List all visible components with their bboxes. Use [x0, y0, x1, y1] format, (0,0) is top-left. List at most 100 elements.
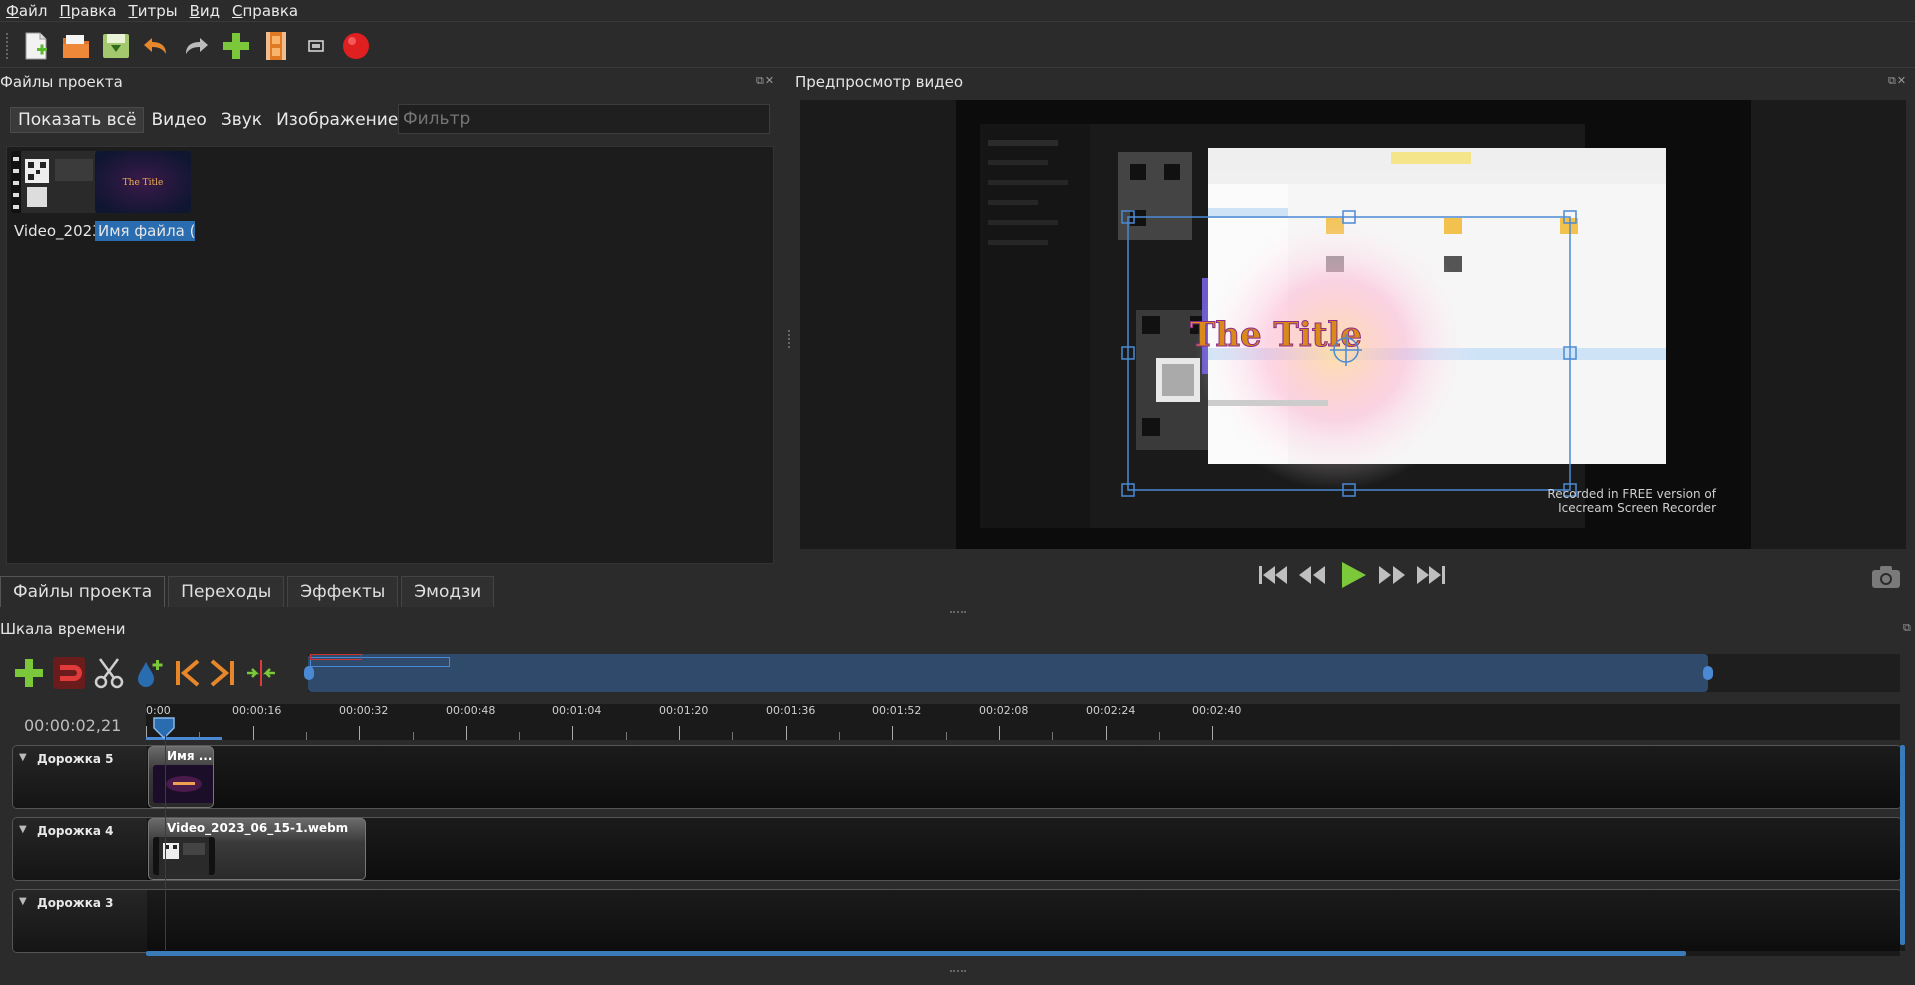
file-item-title[interactable]: The Title Имя файла (...: [95, 151, 195, 241]
fast-forward-icon[interactable]: [1375, 561, 1409, 589]
track-5[interactable]: ▼ Дорожка 5 Имя ...: [12, 745, 1902, 809]
ruler-label: 00:01:36: [766, 704, 816, 717]
zoom-right-handle[interactable]: [1703, 666, 1713, 680]
current-timecode: 00:00:02,21: [24, 716, 122, 735]
dock-float-close-icon[interactable]: ⧉✕: [756, 74, 775, 88]
video-frame[interactable]: The Title Recorded in FREE version of Ic…: [956, 100, 1751, 549]
export-video-icon[interactable]: [340, 30, 372, 62]
track-header[interactable]: ▼ Дорожка 4: [13, 818, 147, 880]
track-4[interactable]: ▼ Дорожка 4 Video_2023_06_15-1.webm: [12, 817, 1902, 881]
ruler-tick: [306, 732, 307, 740]
ruler-tick: [1159, 732, 1160, 740]
files-list: Video_2023_... The Title Имя файла (...: [6, 146, 774, 564]
track-name: Дорожка 5: [37, 752, 114, 766]
center-timeline-icon[interactable]: [244, 656, 278, 690]
ruler-tick: [1106, 726, 1107, 740]
timeline-zoom-range[interactable]: [308, 654, 1708, 692]
ruler-tick: [466, 726, 467, 740]
files-filter-bar: Показать всё Видео Звук Изображение: [10, 106, 405, 134]
title-clip[interactable]: Имя ...: [148, 746, 214, 808]
video-frame-content: The Title Recorded in FREE version of Ic…: [956, 100, 1751, 549]
timeline-horizontal-scrollbar[interactable]: [146, 951, 1900, 956]
ruler-tick: [786, 726, 787, 740]
chevron-down-icon[interactable]: ▼: [19, 896, 27, 907]
zoom-left-handle[interactable]: [304, 666, 314, 680]
camera-icon[interactable]: [1870, 564, 1902, 590]
toolbar-grip[interactable]: [6, 32, 10, 59]
jump-end-icon[interactable]: [1415, 561, 1449, 589]
timeline-ruler[interactable]: 0:00 00:00:16 00:00:32 00:00:48 00:01:04…: [146, 704, 1900, 740]
left-tab-bar: Файлы проекта Переходы Эффекты Эмодзи: [0, 576, 497, 607]
undo-icon[interactable]: [140, 30, 172, 62]
redo-icon[interactable]: [180, 30, 212, 62]
next-marker-icon[interactable]: [208, 656, 238, 690]
open-project-icon[interactable]: [60, 30, 92, 62]
choose-profile-icon[interactable]: [260, 30, 292, 62]
tab-transitions[interactable]: Переходы: [168, 576, 285, 607]
fullscreen-icon[interactable]: [300, 30, 332, 62]
timeline-vertical-scrollbar[interactable]: [1900, 745, 1905, 951]
video-thumbnail: [11, 151, 107, 213]
chevron-down-icon[interactable]: ▼: [19, 752, 27, 763]
splitter-handle[interactable]: [788, 330, 790, 348]
filter-show-all-button[interactable]: Показать всё: [10, 107, 145, 133]
timeline-panel-title: Шкала времени: [0, 620, 126, 638]
playhead-handle-icon[interactable]: [152, 714, 176, 740]
ruler-tick: [892, 726, 893, 740]
ruler-label: 00:02:24: [1086, 704, 1136, 717]
ruler-tick: [359, 726, 360, 740]
menu-view[interactable]: Вид: [184, 2, 226, 20]
chevron-down-icon[interactable]: ▼: [19, 824, 27, 835]
filter-image-button[interactable]: Изображение: [269, 108, 405, 132]
jump-start-icon[interactable]: [1255, 561, 1289, 589]
ruler-tick: [572, 726, 573, 740]
menu-titles[interactable]: Титры: [123, 2, 184, 20]
filter-video-button[interactable]: Видео: [144, 108, 213, 132]
menu-help[interactable]: Справка: [226, 2, 304, 20]
previous-marker-icon[interactable]: [172, 656, 202, 690]
scrollbar-thumb[interactable]: [1900, 745, 1905, 945]
ruler-tick: [839, 732, 840, 740]
ruler-label: 00:00:16: [232, 704, 282, 717]
dock-float-icon[interactable]: ⧉: [1903, 621, 1912, 635]
clip-label: Video_2023_06_15-1.webm: [167, 821, 349, 835]
tab-effects[interactable]: Эффекты: [287, 576, 399, 607]
rewind-icon[interactable]: [1295, 561, 1329, 589]
track-header[interactable]: ▼ Дорожка 3: [13, 890, 147, 952]
ruler-tick: [519, 732, 520, 740]
save-project-icon[interactable]: [100, 30, 132, 62]
track-header[interactable]: ▼ Дорожка 5: [13, 746, 147, 808]
import-files-icon[interactable]: [220, 30, 252, 62]
new-project-icon[interactable]: [20, 30, 52, 62]
add-track-icon[interactable]: [12, 656, 46, 690]
ruler-label: 00:02:40: [1192, 704, 1242, 717]
timeline-zoom-scroller[interactable]: [304, 654, 1900, 692]
splitter-handle[interactable]: [950, 611, 966, 613]
menu-edit[interactable]: Правка: [53, 2, 122, 20]
menu-file[interactable]: Файл: [0, 2, 53, 20]
razor-scissors-icon[interactable]: [92, 656, 126, 690]
splitter-handle[interactable]: [950, 970, 966, 972]
play-icon[interactable]: [1335, 560, 1369, 590]
ruler-tick: [413, 732, 414, 740]
menu-bar: Файл Правка Титры Вид Справка: [0, 0, 1915, 22]
tab-emojis[interactable]: Эмодзи: [401, 576, 495, 607]
ruler-tick: [999, 726, 1000, 740]
snapping-magnet-icon[interactable]: [52, 656, 86, 690]
video-clip[interactable]: Video_2023_06_15-1.webm: [148, 818, 366, 880]
playhead-line: [165, 735, 166, 950]
ruler-label: 00:01:04: [552, 704, 602, 717]
clip-thumbnail: [153, 765, 213, 803]
ruler-label: 00:02:08: [979, 704, 1029, 717]
thumbnail-title-text: The Title: [123, 178, 164, 188]
timeline-toolbar: [12, 656, 278, 690]
ruler-tick: [946, 732, 947, 740]
filter-input[interactable]: [398, 104, 770, 134]
filter-audio-button[interactable]: Звук: [214, 108, 269, 132]
add-marker-icon[interactable]: [132, 656, 166, 690]
scrollbar-thumb[interactable]: [146, 951, 1686, 956]
track-3[interactable]: ▼ Дорожка 3: [12, 889, 1902, 953]
ruler-label: 00:01:20: [659, 704, 709, 717]
tab-project-files[interactable]: Файлы проекта: [0, 576, 166, 607]
dock-float-close-icon[interactable]: ⧉✕: [1888, 74, 1907, 88]
